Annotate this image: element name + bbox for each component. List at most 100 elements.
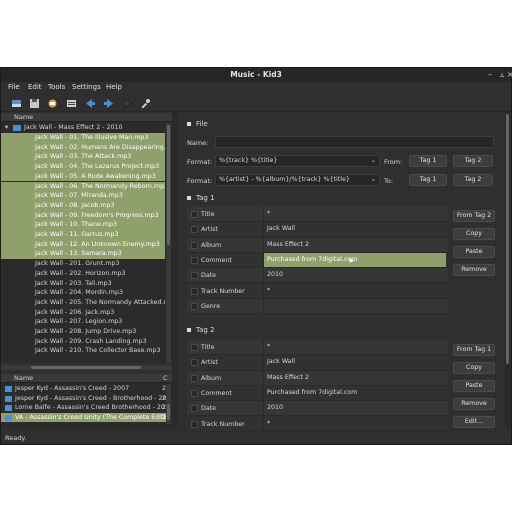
field-value[interactable]: *: [263, 340, 446, 354]
file-row[interactable]: Jack Wall - 210. The Collector Base.mp3: [1, 346, 165, 356]
tag1-copy-button[interactable]: Copy: [453, 228, 495, 240]
directory-row[interactable]: Lorne Balfe - Assassin's Creed Brotherho…: [1, 403, 166, 413]
column-name[interactable]: Name: [14, 374, 33, 382]
tag2-section-title[interactable]: Tag 2: [187, 326, 215, 334]
from-tag1-button[interactable]: Tag 1: [409, 155, 447, 167]
row-checkbox[interactable]: [191, 226, 198, 234]
field-value[interactable]: Mass Effect 2: [263, 237, 446, 252]
file-row[interactable]: Jack Wall - 209. Crash Landing.mp3: [1, 337, 165, 347]
filename-field[interactable]: [215, 136, 494, 148]
field-value[interactable]: [263, 298, 446, 313]
dir-list-scrollbar[interactable]: [166, 384, 171, 424]
close-icon[interactable]: ×: [507, 70, 512, 80]
previous-icon[interactable]: [85, 98, 96, 109]
tag1-row-title[interactable]: Title *: [187, 207, 448, 223]
file-row[interactable]: Jack Wall - 11. Garrus.mp3: [1, 230, 165, 240]
field-value[interactable]: *: [263, 207, 446, 221]
tag1-remove-button[interactable]: Remove: [453, 264, 495, 276]
file-row[interactable]: Jack Wall - 06. The Normandy Reborn.mp3: [1, 181, 165, 192]
file-row[interactable]: Jack Wall - 12. An Unknown Enemy.mp3: [1, 239, 165, 250]
field-value[interactable]: Jack Wall: [263, 355, 446, 370]
play-icon[interactable]: [122, 98, 133, 109]
file-row[interactable]: Jack Wall - 10. Thane.mp3: [1, 220, 165, 230]
file-row[interactable]: Jack Wall - 05. A Rude Awakening.mp3: [1, 171, 165, 182]
tag1-row-date[interactable]: Date 2010: [187, 268, 448, 284]
tag1-row-genre[interactable]: Genre: [187, 298, 448, 315]
revert-icon[interactable]: [47, 98, 58, 109]
row-checkbox[interactable]: [191, 344, 198, 351]
file-row[interactable]: Jack Wall - 203. Tali.mp3: [1, 279, 165, 289]
row-checkbox[interactable]: [191, 302, 198, 310]
tag2-row-date[interactable]: Date 2010: [187, 401, 448, 417]
row-checkbox[interactable]: [191, 389, 198, 397]
folder-row[interactable]: ▾ Jack Wall - Mass Effect 2 - 2010: [1, 123, 172, 133]
tag1-paste-button[interactable]: Paste: [453, 246, 495, 258]
menu-settings[interactable]: Settings: [72, 83, 101, 91]
file-row[interactable]: Jack Wall - 03. The Attack.mp3: [1, 152, 165, 163]
directory-row[interactable]: Jesper Kyd - Assassin's Creed - Brotherh…: [1, 394, 166, 404]
field-value[interactable]: Mass Effect 2: [263, 370, 446, 385]
menu-file[interactable]: File: [8, 83, 20, 91]
from-tag2-button[interactable]: Tag 2: [453, 155, 493, 167]
tag1-row-album[interactable]: Album Mass Effect 2: [187, 237, 448, 253]
file-row[interactable]: Jack Wall - 02. Humans Are Disappearing.…: [1, 142, 165, 153]
file-row[interactable]: Jack Wall - 201. Grunt.mp3: [1, 259, 165, 269]
row-checkbox[interactable]: [191, 256, 198, 264]
file-section-title[interactable]: File: [187, 120, 208, 128]
tag2-copy-button[interactable]: Copy: [453, 362, 495, 374]
row-checkbox[interactable]: [191, 405, 198, 413]
to-tag2-button[interactable]: Tag 2: [453, 174, 493, 186]
file-row[interactable]: Jack Wall - 13. Samara.mp3: [1, 249, 165, 260]
scroll-thumb[interactable]: [167, 125, 170, 245]
tag1-row-track-number[interactable]: Track Number *: [187, 283, 448, 299]
column-count[interactable]: C: [163, 374, 168, 382]
tag2-row-artist[interactable]: Artist Jack Wall: [187, 355, 448, 371]
row-checkbox[interactable]: [191, 287, 198, 295]
file-row[interactable]: Jack Wall - 04. The Lazarus Project.mp3: [1, 162, 165, 172]
file-row[interactable]: Jack Wall - 206. Jack.mp3: [1, 308, 165, 318]
tag2-row-track-number[interactable]: Track Number *: [187, 416, 448, 432]
field-value[interactable]: Jack Wall: [263, 222, 446, 237]
menu-tools[interactable]: Tools: [48, 83, 65, 91]
field-value[interactable]: 2010: [263, 401, 446, 416]
minimize-icon[interactable]: –: [485, 70, 495, 80]
file-row[interactable]: Jack Wall - 208. Jump Drive.mp3: [1, 327, 165, 337]
field-value[interactable]: Purchased from 7digital.com: [263, 385, 446, 400]
settings-icon[interactable]: [140, 98, 151, 109]
menu-edit[interactable]: Edit: [28, 83, 42, 91]
open-icon[interactable]: [11, 98, 22, 109]
file-tree-scrollbar[interactable]: [166, 123, 171, 363]
maximize-icon[interactable]: ▵: [497, 70, 507, 80]
field-value[interactable]: 2010: [263, 268, 446, 283]
row-checkbox[interactable]: [191, 211, 198, 218]
tag1-row-comment[interactable]: Comment Purchased from 7digital.com ➤: [187, 252, 448, 269]
field-value[interactable]: *: [263, 416, 446, 431]
file-tree-hscrollbar[interactable]: [1, 365, 172, 370]
format-from-select[interactable]: %{track} %{title} ⌄: [215, 155, 380, 167]
collapse-icon[interactable]: ▾: [5, 123, 8, 133]
tag2-from-tag-1-button[interactable]: From Tag 1: [453, 344, 495, 356]
file-row[interactable]: Jack Wall - 202. Horizon.mp3: [1, 269, 165, 279]
format-to-select[interactable]: %{artist} - %{album}/%{track} %{title} ⌄: [215, 174, 380, 186]
file-row[interactable]: Jack Wall - 08. Jacob.mp3: [1, 200, 165, 211]
file-row[interactable]: Jack Wall - 204. Mordin.mp3: [1, 288, 165, 298]
tag2-row-title[interactable]: Title *: [187, 340, 448, 356]
playlist-icon[interactable]: [66, 98, 77, 109]
to-tag1-button[interactable]: Tag 1: [409, 174, 447, 186]
file-row[interactable]: Jack Wall - 09. Freedom's Progress.mp3: [1, 210, 165, 221]
row-checkbox[interactable]: [191, 272, 198, 280]
tag2-row-comment[interactable]: Comment Purchased from 7digital.com: [187, 385, 448, 402]
hscroll-thumb[interactable]: [31, 366, 141, 369]
field-value[interactable]: *: [263, 283, 446, 298]
directory-row[interactable]: Jesper Kyd - Assassin's Creed - 2007 2: [1, 384, 166, 394]
tag2-remove-button[interactable]: Remove: [453, 398, 495, 410]
file-row[interactable]: Jack Wall - 207. Legion.mp3: [1, 317, 165, 327]
scroll-thumb[interactable]: [167, 404, 170, 420]
tag2-paste-button[interactable]: Paste: [453, 380, 495, 392]
next-icon[interactable]: [103, 98, 114, 109]
row-checkbox[interactable]: [191, 420, 198, 428]
row-checkbox[interactable]: [191, 374, 198, 382]
scroll-thumb[interactable]: [506, 114, 509, 364]
save-icon[interactable]: [29, 98, 40, 109]
row-checkbox[interactable]: [191, 241, 198, 249]
